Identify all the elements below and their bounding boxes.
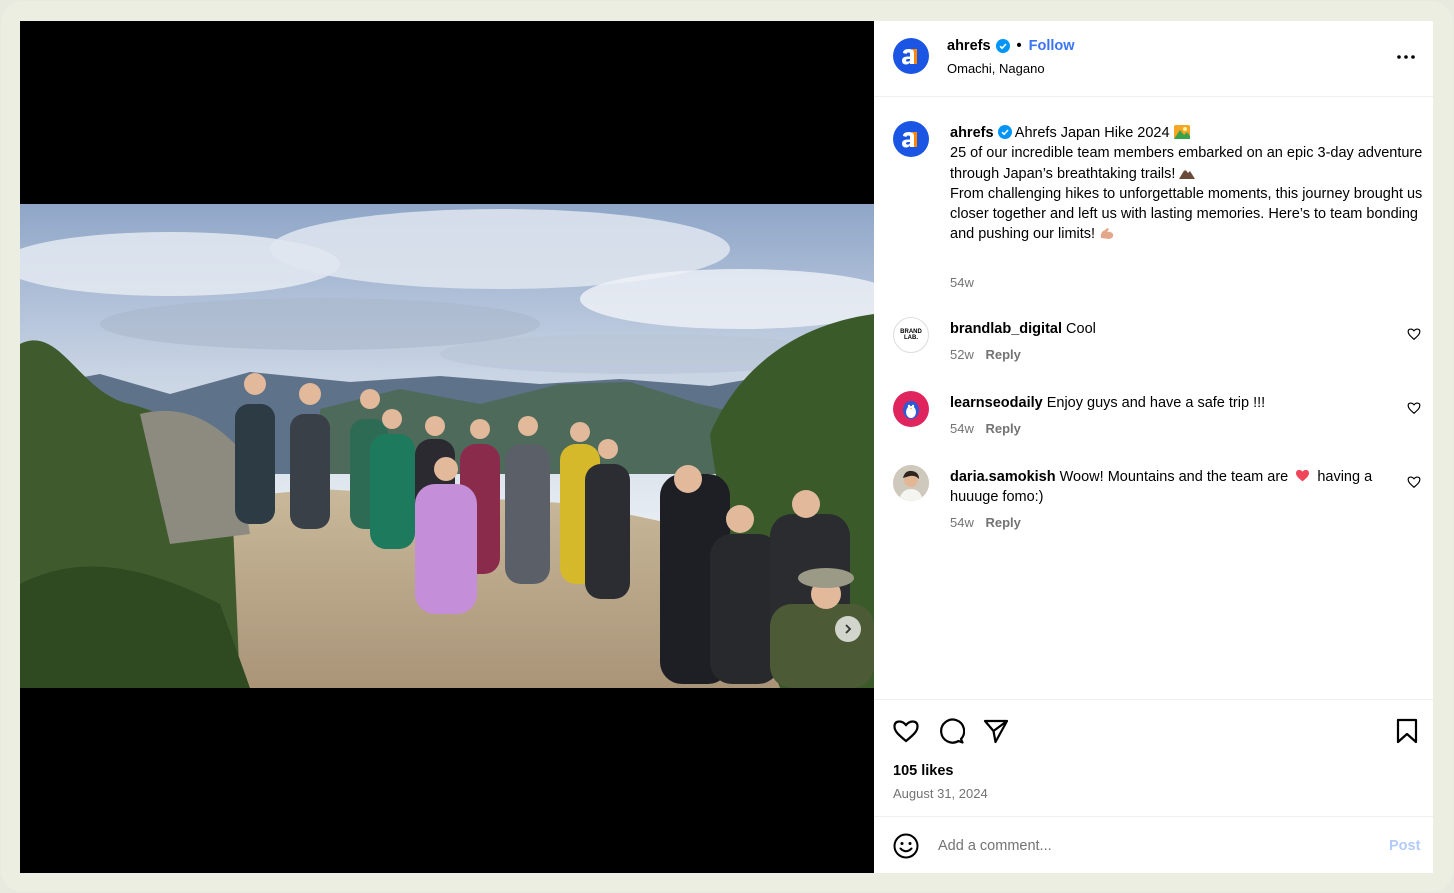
like-heart-icon[interactable] [892,717,920,745]
like-comment-icon[interactable] [1407,327,1421,341]
save-bookmark-icon[interactable] [1393,717,1421,745]
comment-text: learnseodaily Enjoy guys and have a safe… [950,393,1390,413]
comment-body: Enjoy guys and have a safe trip !!! [1046,395,1266,411]
comment-time: 54w [950,421,974,436]
flexed-biceps-emoji-icon [1100,228,1114,240]
comment-body-part-1: Woow! Mountains and the team are [1059,469,1289,485]
post-modal: ahrefs • Follow Omachi, Nagano ahrefs Ah… [20,21,1433,873]
post-comment-button[interactable]: Post [1389,838,1420,854]
caption-title: Ahrefs Japan Hike 2024 [1014,125,1170,141]
caption-avatar[interactable] [893,121,929,157]
chevron-right-icon [845,624,852,634]
reply-button[interactable]: Reply [985,421,1020,436]
comment-text: daria.samokish Woow! Mountains and the t… [950,467,1390,507]
post-date: August 31, 2024 [893,786,988,801]
red-heart-emoji-icon [1296,469,1310,482]
post-header: ahrefs • Follow Omachi, Nagano [874,21,1433,97]
sunrise-emoji-icon [1173,125,1190,139]
post-actions: 105 likes August 31, 2024 [874,699,1433,816]
brandlab-avatar[interactable]: BRAND LAB. [893,317,929,353]
ahrefs-logo-icon [902,132,917,148]
comment-username[interactable]: brandlab_digital [950,321,1062,337]
header-user-row: ahrefs • Follow [947,38,1075,54]
penguin-mascot-icon [903,401,919,419]
comment-meta: 52w Reply [950,347,1021,362]
comment-input[interactable] [938,835,1358,857]
comment-meta: 54w Reply [950,515,1021,530]
mountain-emoji-icon [1179,168,1196,179]
verified-badge-icon [997,125,1012,139]
daria-avatar[interactable] [893,465,929,501]
learnseodaily-avatar[interactable] [893,391,929,427]
like-comment-icon[interactable] [1407,475,1421,489]
separator-dot: • [1016,38,1022,54]
like-comment-icon[interactable] [1407,401,1421,415]
group-hike-photo[interactable] [20,204,874,688]
header-username[interactable]: ahrefs [947,38,991,54]
share-send-icon[interactable] [982,717,1010,745]
comment-username[interactable]: daria.samokish [950,469,1056,485]
caption-line-2: From challenging hikes to unforgettable … [950,185,1423,243]
user-photo-icon [893,465,929,501]
comment-username[interactable]: learnseodaily [950,395,1043,411]
emoji-picker-icon[interactable] [892,832,920,860]
comment-text: brandlab_digital Cool [950,319,1390,339]
post-location[interactable]: Omachi, Nagano [947,61,1045,76]
comment-time: 54w [950,515,974,530]
reply-button[interactable]: Reply [985,347,1020,362]
caption-username[interactable]: ahrefs [950,125,994,141]
add-comment-bar: Post [874,816,1433,873]
caption-timestamp: 54w [950,275,974,290]
ahrefs-logo-icon [902,49,917,65]
post-side-panel: ahrefs • Follow Omachi, Nagano ahrefs Ah… [874,21,1433,873]
follow-button[interactable]: Follow [1029,38,1075,54]
comment-meta: 54w Reply [950,421,1021,436]
likes-count[interactable]: 105 likes [893,763,953,779]
post-media [20,21,874,873]
verified-badge-icon [995,39,1010,53]
brandlab-logo-text: BRAND LAB. [900,329,922,341]
post-caption: ahrefs Ahrefs Japan Hike 2024 25 of our … [950,123,1428,245]
more-options-icon[interactable] [1396,51,1416,63]
comment-body: Cool [1066,321,1096,337]
ahrefs-avatar[interactable] [893,38,929,74]
reply-button[interactable]: Reply [985,515,1020,530]
comments-section: ahrefs Ahrefs Japan Hike 2024 25 of our … [874,98,1433,698]
next-slide-button[interactable] [835,616,861,642]
comment-time: 52w [950,347,974,362]
comment-bubble-icon[interactable] [937,717,965,745]
